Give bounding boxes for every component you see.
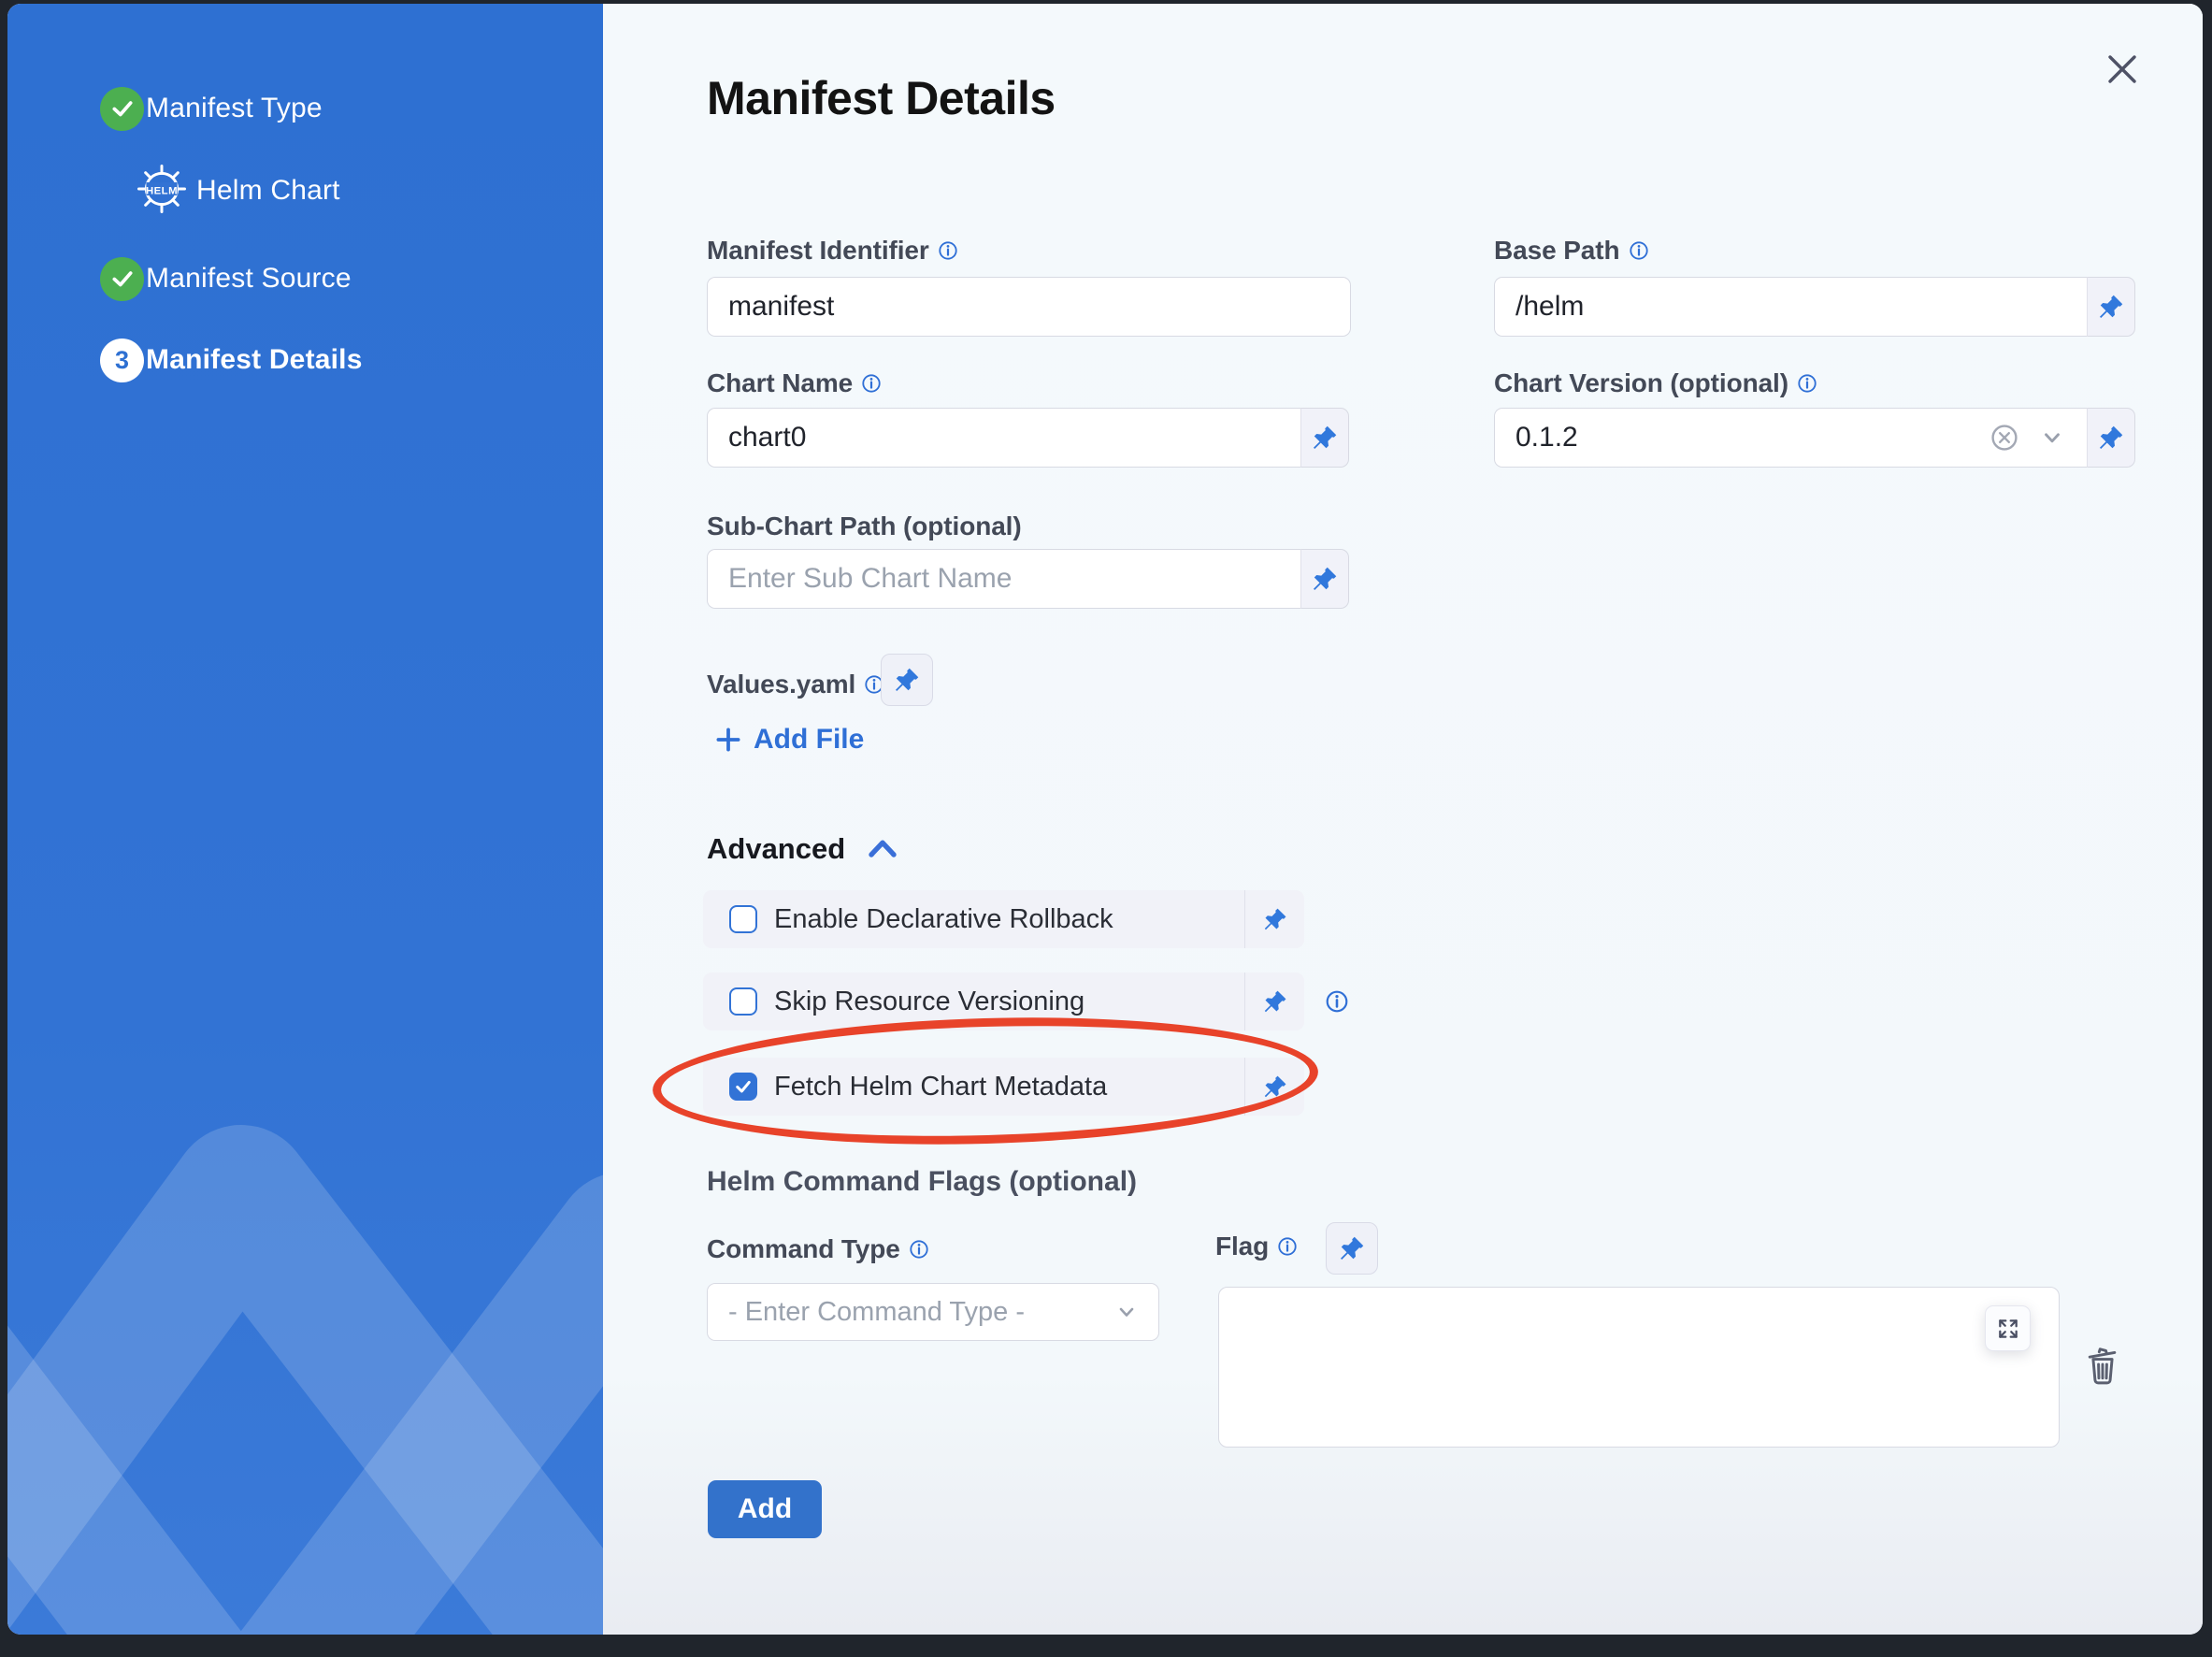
info-icon[interactable] bbox=[1797, 373, 1817, 394]
chevron-up-icon bbox=[866, 835, 899, 863]
pin-icon bbox=[1262, 988, 1288, 1015]
svg-text:HELM: HELM bbox=[146, 185, 178, 196]
sidebar-substep-label: Helm Chart bbox=[196, 175, 340, 207]
pin-icon bbox=[1262, 906, 1288, 932]
pin-icon bbox=[1311, 424, 1339, 452]
info-icon[interactable] bbox=[1629, 240, 1649, 261]
clear-icon[interactable] bbox=[1989, 423, 2019, 453]
close-button[interactable] bbox=[2104, 50, 2141, 88]
chart-name-input[interactable]: chart0 bbox=[707, 408, 1300, 468]
sidebar-step-label-current: Manifest Details bbox=[146, 344, 363, 376]
chevron-down-icon[interactable] bbox=[2040, 425, 2064, 450]
base-path-label: Base Path bbox=[1494, 236, 1649, 266]
chevron-down-icon bbox=[1115, 1301, 1138, 1323]
chart-name-field-group: chart0 bbox=[707, 408, 1349, 468]
step-complete-check-icon bbox=[100, 87, 144, 131]
values-yaml-pin-button[interactable] bbox=[881, 654, 933, 706]
chart-version-label: Chart Version (optional) bbox=[1494, 368, 1817, 398]
step-complete-check-icon bbox=[100, 257, 144, 301]
pin-icon bbox=[1262, 1073, 1288, 1100]
helm-wheel-icon: HELM bbox=[136, 163, 188, 220]
base-path-pin-button[interactable] bbox=[2087, 277, 2135, 337]
flag-pin-button[interactable] bbox=[1326, 1222, 1378, 1275]
pin-icon bbox=[1311, 565, 1339, 593]
option-pin-button[interactable] bbox=[1244, 1058, 1304, 1116]
sub-chart-path-field-group: Enter Sub Chart Name bbox=[707, 549, 1349, 609]
option-pin-button[interactable] bbox=[1244, 890, 1304, 948]
checkbox[interactable] bbox=[729, 987, 757, 1016]
sidebar-step-label: Manifest Source bbox=[146, 263, 352, 295]
info-icon[interactable] bbox=[909, 1239, 929, 1260]
info-icon[interactable] bbox=[938, 240, 958, 261]
command-type-label: Command Type bbox=[707, 1234, 929, 1264]
values-yaml-label: Values.yaml bbox=[707, 670, 884, 699]
chart-name-label: Chart Name bbox=[707, 368, 882, 398]
pin-icon bbox=[1338, 1234, 1366, 1262]
base-path-input[interactable]: /helm bbox=[1494, 277, 2087, 337]
wizard-sidebar: Manifest Type bbox=[7, 4, 603, 1635]
flag-textarea[interactable] bbox=[1218, 1287, 2060, 1448]
checkbox[interactable] bbox=[729, 905, 757, 933]
sidebar-step-manifest-source[interactable]: Manifest Source bbox=[7, 256, 603, 301]
manifest-identifier-input[interactable]: manifest bbox=[707, 277, 1351, 337]
command-type-placeholder: - Enter Command Type - bbox=[728, 1297, 1025, 1328]
info-icon[interactable] bbox=[861, 373, 882, 394]
close-icon bbox=[2105, 52, 2139, 86]
sub-chart-path-label: Sub-Chart Path (optional) bbox=[707, 512, 1022, 541]
info-icon[interactable] bbox=[1277, 1236, 1298, 1257]
pin-icon bbox=[893, 666, 921, 694]
command-type-select[interactable]: - Enter Command Type - bbox=[707, 1283, 1159, 1341]
chart-version-field-group: 0.1.2 bbox=[1494, 408, 2135, 468]
manifest-details-panel: Manifest Details Manifest Identifier Bas… bbox=[603, 4, 2203, 1635]
chart-name-pin-button[interactable] bbox=[1300, 408, 1349, 468]
sub-chart-placeholder: Enter Sub Chart Name bbox=[728, 563, 1012, 595]
option-row-enable-declarative-rollback[interactable]: Enable Declarative Rollback bbox=[703, 890, 1304, 948]
expand-icon bbox=[1996, 1317, 2020, 1341]
harness-logo-watermark bbox=[7, 1036, 603, 1635]
add-button[interactable]: Add bbox=[708, 1480, 822, 1538]
screen: Manifest Type bbox=[0, 0, 2212, 1657]
sidebar-step-manifest-type[interactable]: Manifest Type bbox=[7, 86, 603, 131]
delete-flag-icon[interactable] bbox=[2082, 1343, 2123, 1388]
option-row-skip-resource-versioning[interactable]: Skip Resource Versioning bbox=[703, 973, 1304, 1030]
page-title: Manifest Details bbox=[707, 71, 1056, 125]
chart-version-pin-button[interactable] bbox=[2087, 408, 2135, 468]
sub-chart-pin-button[interactable] bbox=[1300, 549, 1349, 609]
sidebar-substep-helm-chart[interactable]: HELM Helm Chart bbox=[7, 168, 603, 213]
add-file-button[interactable]: Add File bbox=[714, 724, 864, 756]
advanced-section-toggle[interactable]: Advanced bbox=[707, 832, 899, 866]
helm-command-flags-label: Helm Command Flags (optional) bbox=[707, 1166, 1137, 1198]
base-path-field-group: /helm bbox=[1494, 277, 2135, 337]
add-file-label: Add File bbox=[754, 724, 864, 756]
checkbox[interactable] bbox=[729, 1073, 757, 1101]
checkbox-label: Fetch Helm Chart Metadata bbox=[774, 1072, 1107, 1102]
sub-chart-path-input[interactable]: Enter Sub Chart Name bbox=[707, 549, 1300, 609]
plus-icon bbox=[714, 726, 742, 754]
pin-icon bbox=[2097, 293, 2125, 321]
option-pin-button[interactable] bbox=[1244, 973, 1304, 1030]
pin-icon bbox=[2097, 424, 2125, 452]
flag-label: Flag bbox=[1215, 1232, 1298, 1261]
sidebar-step-manifest-details[interactable]: 3 Manifest Details bbox=[7, 338, 603, 382]
sidebar-step-label: Manifest Type bbox=[146, 93, 323, 124]
manifest-wizard-modal: Manifest Type bbox=[7, 4, 2203, 1635]
skip-resource-versioning-info-icon[interactable] bbox=[1325, 989, 1349, 1014]
chart-version-input[interactable]: 0.1.2 bbox=[1494, 408, 2087, 468]
expand-editor-button[interactable] bbox=[1985, 1305, 2031, 1351]
manifest-identifier-label: Manifest Identifier bbox=[707, 236, 958, 266]
checkbox-label: Skip Resource Versioning bbox=[774, 987, 1084, 1017]
option-row-fetch-helm-chart-metadata[interactable]: Fetch Helm Chart Metadata bbox=[703, 1058, 1304, 1116]
checkbox-label: Enable Declarative Rollback bbox=[774, 904, 1113, 935]
step-number-badge: 3 bbox=[100, 339, 144, 382]
